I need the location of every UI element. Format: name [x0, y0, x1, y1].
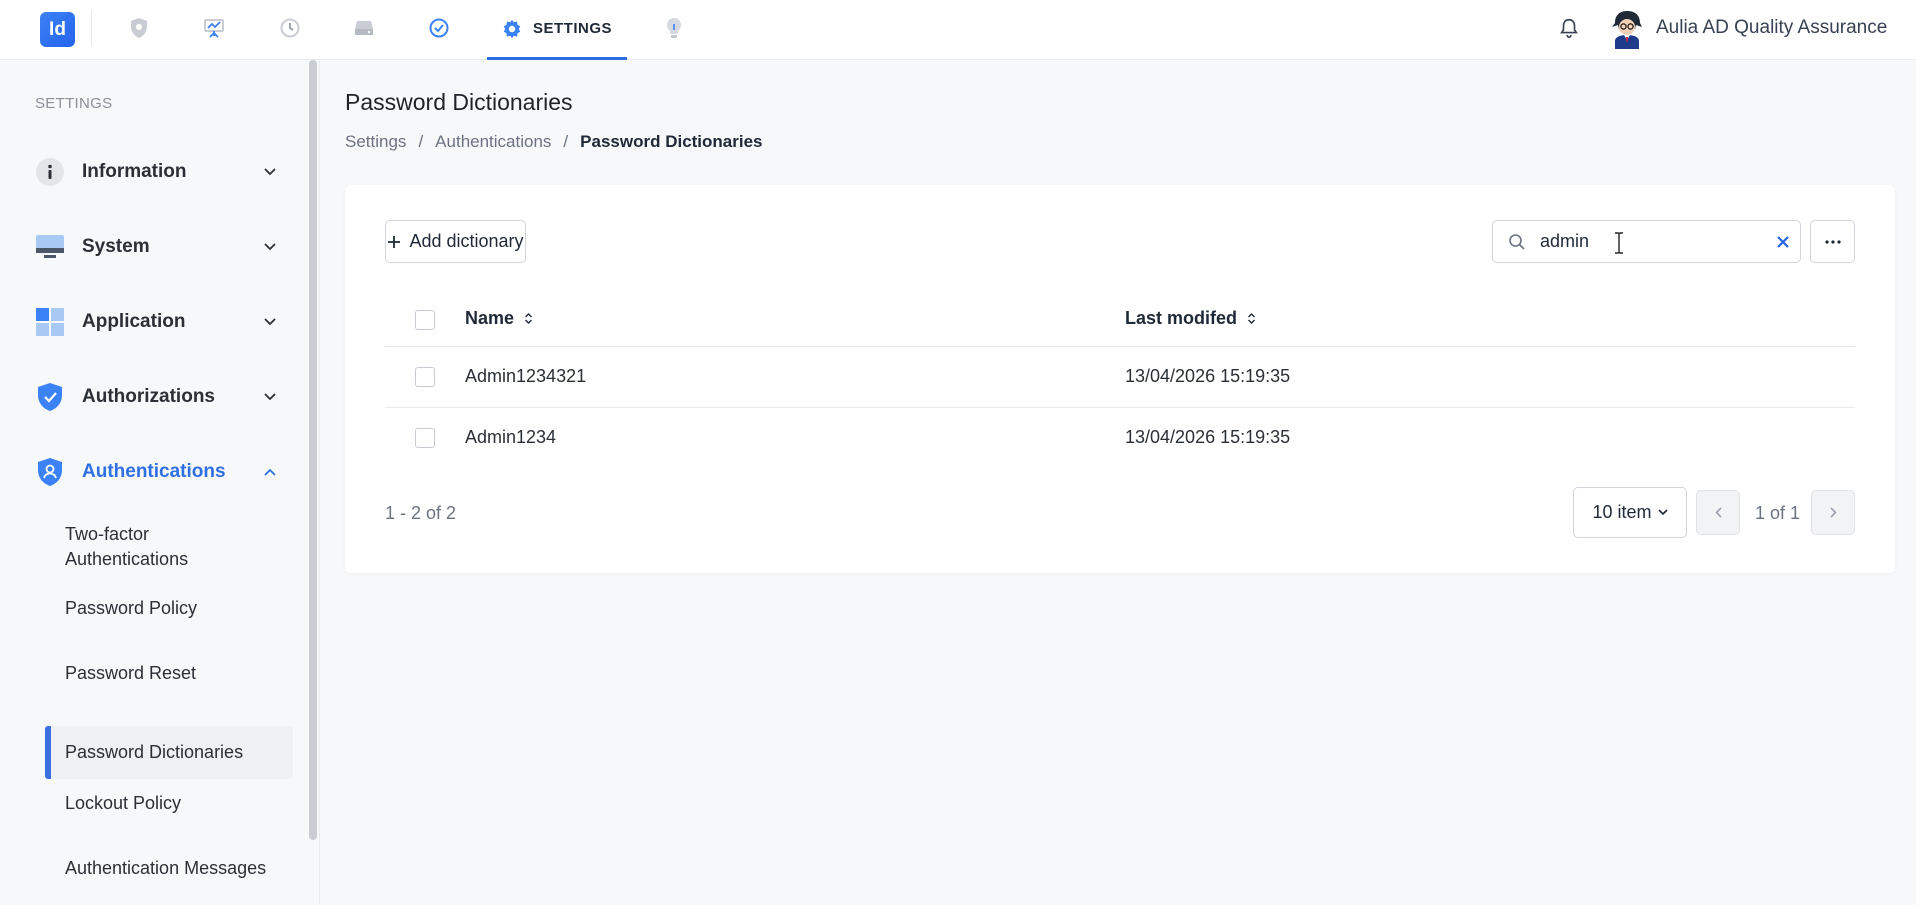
breadcrumb: Settings / Authentications / Password Di… [345, 132, 763, 152]
gear-icon [503, 19, 521, 38]
breadcrumb-separator: / [418, 132, 424, 151]
row-modified: 13/04/2026 15:19:35 [1125, 366, 1291, 386]
breadcrumb-current: Password Dictionaries [580, 132, 763, 151]
row-modified: 13/04/2026 15:19:35 [1125, 427, 1291, 447]
dictionary-card: Add dictionary admin Name Last modifed A… [345, 185, 1895, 573]
text-cursor-icon [1614, 232, 1624, 260]
add-dictionary-button[interactable]: Add dictionary [385, 220, 526, 263]
shield-icon[interactable] [126, 15, 152, 41]
subitem-label: Authentication Messages [65, 857, 267, 878]
breadcrumb-authentications[interactable]: Authentications [435, 132, 551, 152]
info-icon [35, 157, 65, 187]
sidebar-scrollbar[interactable] [309, 60, 317, 840]
sidebar-subitem-password-dictionaries[interactable]: Password Dictionaries [45, 726, 293, 779]
avatar[interactable] [1609, 9, 1645, 49]
ellipsis-icon [1824, 239, 1841, 244]
table-row[interactable]: Admin1234321 13/04/2026 15:19:35 [385, 347, 1855, 408]
sidebar-item-system[interactable]: System [35, 227, 280, 267]
presentation-icon[interactable] [201, 15, 227, 41]
breadcrumb-separator: / [563, 132, 569, 151]
sidebar-subitem-password-policy[interactable]: Password Policy [45, 588, 293, 628]
chevron-up-icon [260, 462, 280, 482]
chevron-right-icon [1829, 507, 1837, 518]
bell-icon[interactable] [1556, 15, 1582, 41]
sidebar-subitem-lockout-policy[interactable]: Lockout Policy [45, 783, 293, 823]
sidebar-item-authentications[interactable]: Authentications [35, 452, 280, 492]
chevron-down-icon [260, 312, 280, 332]
drive-icon[interactable] [351, 15, 377, 41]
sidebar-item-label: System [82, 236, 150, 257]
add-dictionary-label: Add dictionary [409, 231, 524, 251]
page-size-select[interactable]: 10 item [1573, 487, 1687, 538]
page-title: Password Dictionaries [345, 89, 573, 115]
chevron-down-icon [260, 387, 280, 407]
sidebar-item-label: Authorizations [82, 386, 215, 407]
column-last-modified-label: Last modifed [1125, 308, 1238, 328]
plus-icon [388, 235, 401, 248]
close-icon[interactable] [1766, 225, 1800, 259]
more-options-button[interactable] [1810, 220, 1855, 263]
sidebar-item-authorizations[interactable]: Authorizations [35, 377, 280, 417]
row-name: Admin1234321 [465, 366, 587, 386]
table-header: Name Last modifed [385, 293, 1855, 347]
sidebar: SETTINGS Information System Application … [0, 60, 320, 905]
table-row[interactable]: Admin1234 13/04/2026 15:19:35 [385, 408, 1855, 469]
column-last-modified[interactable]: Last modifed [1125, 308, 1256, 329]
column-name-label: Name [465, 308, 515, 328]
sidebar-item-application[interactable]: Application [35, 302, 280, 342]
next-page-button[interactable] [1811, 490, 1855, 535]
select-all-checkbox[interactable] [415, 310, 435, 330]
chevron-left-icon [1714, 507, 1722, 518]
subitem-label: Two-factor Authentications [65, 524, 189, 569]
breadcrumb-settings[interactable]: Settings [345, 132, 406, 152]
divider [91, 10, 92, 46]
sidebar-item-label: Information [82, 161, 187, 182]
sidebar-heading: SETTINGS [35, 95, 113, 112]
subitem-label: Password Policy [65, 597, 198, 618]
sidebar-subitem-authentication-messages[interactable]: Authentication Messages [45, 848, 293, 888]
user-name[interactable]: Aulia AD Quality Assurance [1656, 17, 1887, 39]
logo-text: Id [49, 18, 66, 40]
result-count: 1 - 2 of 2 [385, 503, 457, 523]
chevron-down-icon [260, 162, 280, 182]
tab-settings-label: SETTINGS [533, 20, 613, 37]
sort-icon [1248, 313, 1256, 324]
bulb-icon[interactable] [661, 15, 687, 41]
row-checkbox[interactable] [415, 428, 435, 448]
chevron-down-icon [1657, 509, 1668, 516]
shield-user-icon [35, 457, 65, 487]
sidebar-subitem-password-reset[interactable]: Password Reset [45, 653, 293, 693]
top-bar: Id SETTINGS Aulia AD Quality Assurance [0, 0, 1916, 60]
sidebar-item-information[interactable]: Information [35, 152, 280, 192]
monitor-icon [35, 232, 65, 262]
subitem-label: Password Dictionaries [65, 742, 244, 762]
sort-icon [525, 313, 533, 324]
page-indicator: 1 of 1 [1755, 503, 1801, 523]
subitem-label: Password Reset [65, 662, 197, 683]
sidebar-item-label: Authentications [82, 461, 226, 482]
row-checkbox[interactable] [415, 367, 435, 387]
search-value: admin [1540, 231, 1590, 251]
column-name[interactable]: Name [465, 308, 533, 329]
search-icon [1509, 233, 1525, 250]
search-input[interactable]: admin [1492, 220, 1801, 263]
grid-icon [35, 307, 65, 337]
subitem-label: Lockout Policy [65, 792, 182, 813]
sidebar-subitem-two-factor[interactable]: Two-factor Authentications [45, 520, 293, 574]
tab-settings[interactable]: SETTINGS [487, 0, 627, 60]
history-icon[interactable] [277, 15, 303, 41]
page-size-value: 10 item [1592, 502, 1652, 522]
row-name: Admin1234 [465, 427, 557, 447]
sidebar-item-label: Application [82, 311, 186, 332]
check-circle-icon[interactable] [426, 15, 452, 41]
chevron-down-icon [260, 237, 280, 257]
shield-check-icon [35, 382, 65, 412]
app-logo[interactable]: Id [40, 12, 75, 47]
prev-page-button[interactable] [1696, 490, 1740, 535]
